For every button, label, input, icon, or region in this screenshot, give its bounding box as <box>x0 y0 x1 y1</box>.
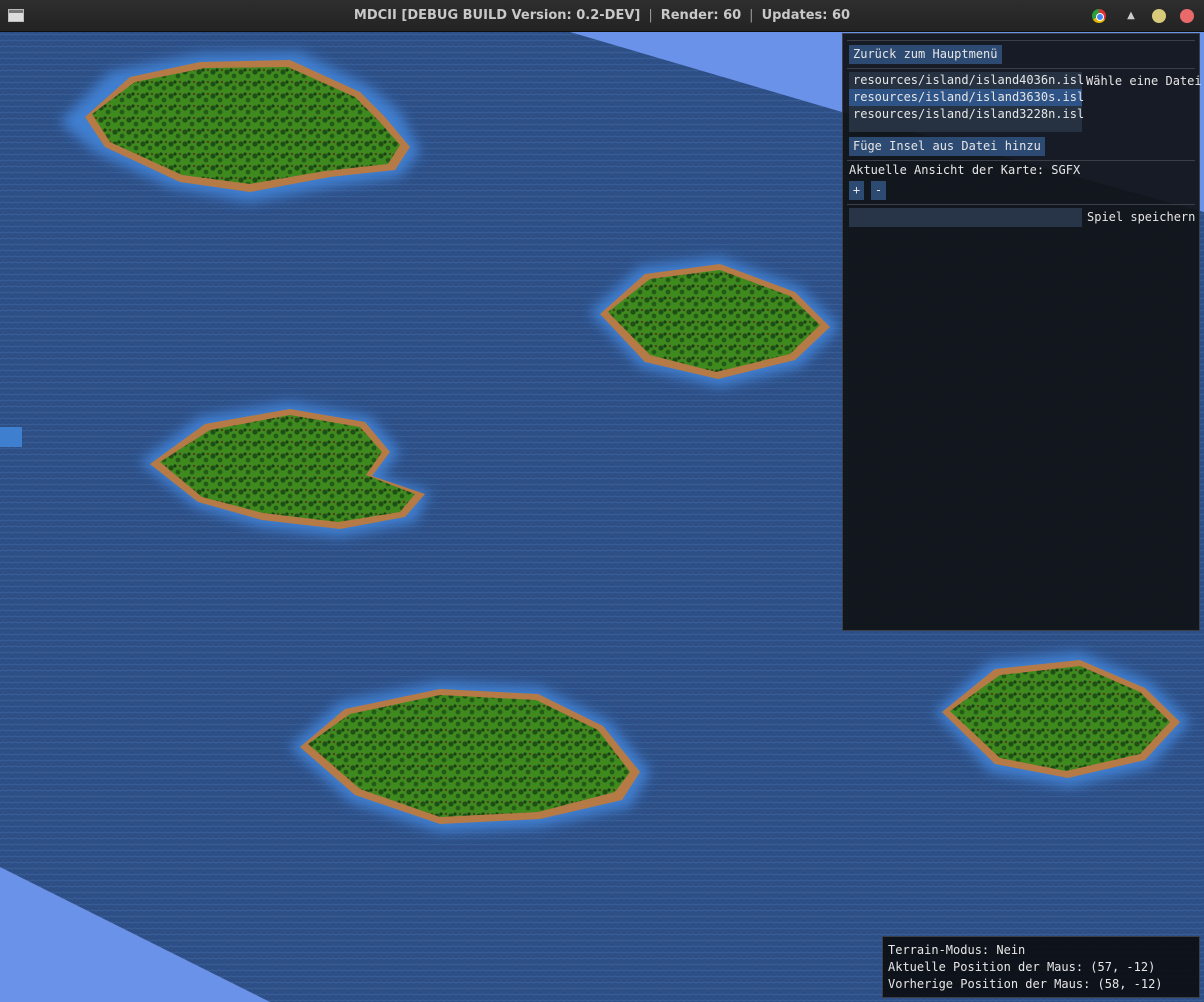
current-mouse-position: Aktuelle Position der Maus: (57, -12) <box>888 960 1156 974</box>
chrome-icon[interactable] <box>1092 9 1106 23</box>
window-title: MDCII [DEBUG BUILD Version: 0.2-DEV] | Ren… <box>353 8 851 23</box>
save-game-input[interactable] <box>849 208 1082 227</box>
title-label: MDCII [DEBUG BUILD Version: 0.2-DEV] <box>353 8 641 23</box>
list-item[interactable]: resources/island/island4036n.isl <box>849 72 1084 89</box>
list-item[interactable]: resources/island/island3630s.isl <box>849 89 1084 106</box>
add-island-button[interactable]: Füge Insel aus Datei hinzu <box>849 137 1045 156</box>
close-button[interactable] <box>1180 9 1194 23</box>
file-list-label: Wähle eine Datei <box>1086 74 1202 88</box>
divider <box>847 204 1195 205</box>
divider <box>847 68 1195 69</box>
updates-label: Updates: 60 <box>761 8 851 23</box>
title-bar: MDCII [DEBUG BUILD Version: 0.2-DEV] | Ren… <box>0 0 1204 32</box>
render-label: Render: 60 <box>660 8 742 23</box>
debug-panel: Zurück zum Hauptmenü resources/island/is… <box>842 33 1202 631</box>
back-to-main-menu-button[interactable]: Zurück zum Hauptmenü <box>849 45 1002 64</box>
terrain-mode-text: Terrain-Modus: Nein <box>888 943 1026 957</box>
minimize-button[interactable] <box>1152 9 1166 23</box>
zoom-out-button[interactable]: - <box>871 181 886 200</box>
divider <box>847 40 1195 41</box>
divider <box>847 160 1195 161</box>
status-overlay: Terrain-Modus: Nein Aktuelle Position de… <box>882 936 1200 998</box>
list-item[interactable]: resources/island/island3228n.isl <box>849 106 1084 123</box>
save-game-label: Spiel speichern <box>1087 210 1196 224</box>
map-view-label: Aktuelle Ansicht der Karte: SGFX <box>849 163 1081 177</box>
zoom-in-button[interactable]: + <box>849 181 864 200</box>
island-file-list[interactable]: resources/island/island4036n.isl resourc… <box>849 72 1084 132</box>
previous-mouse-position: Vorherige Position der Maus: (58, -12) <box>888 977 1163 991</box>
chevron-up-icon[interactable]: ▲ <box>1124 10 1138 24</box>
shallow-patch <box>0 427 22 447</box>
